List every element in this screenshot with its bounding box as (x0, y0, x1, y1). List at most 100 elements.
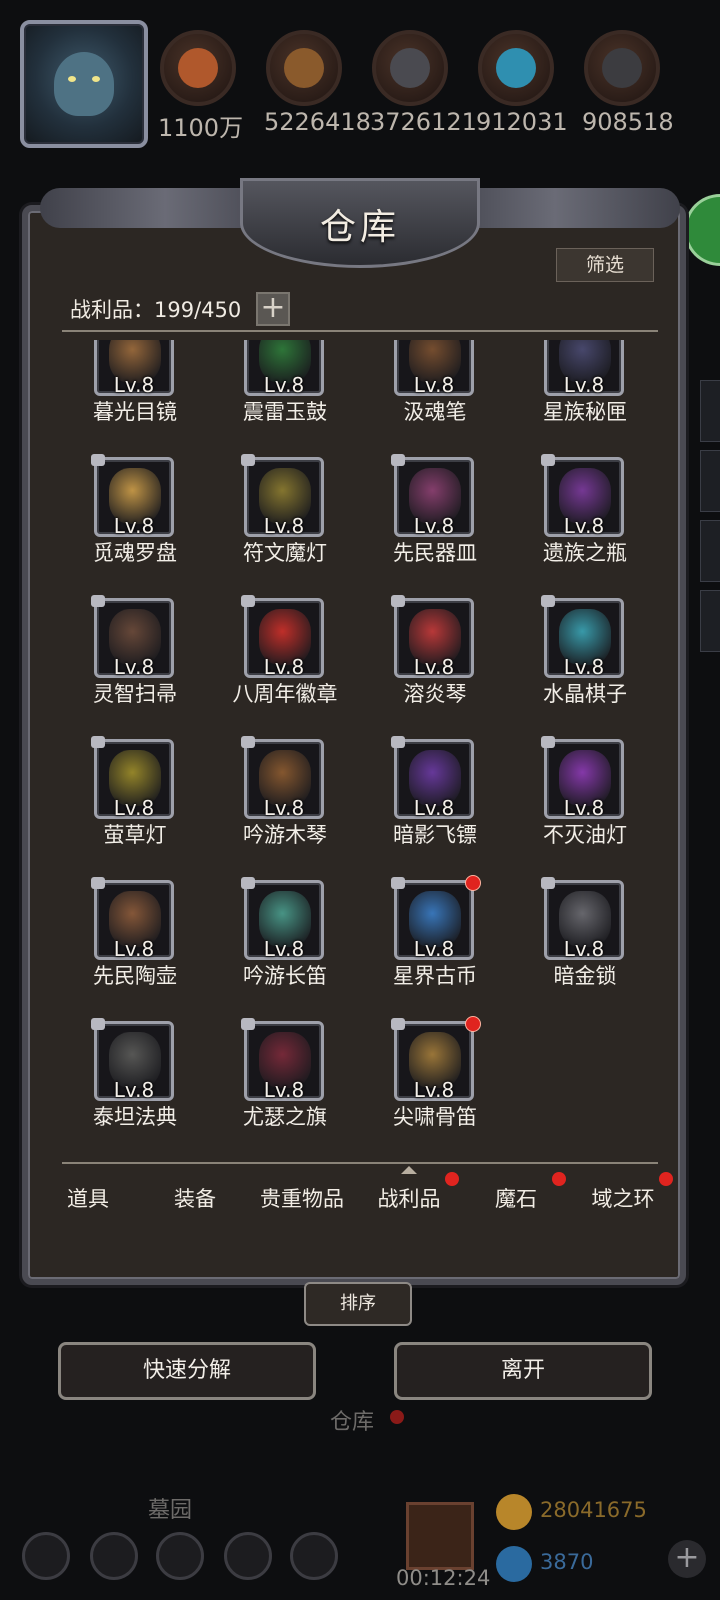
inventory-item[interactable]: Lv.8 先民器皿 (360, 454, 510, 577)
inventory-item[interactable]: Lv.8 暗影飞镖 (360, 736, 510, 859)
item-slot[interactable]: Lv.8 (391, 595, 474, 679)
item-level: Lv.8 (563, 796, 605, 820)
side-tab[interactable] (700, 450, 720, 512)
inventory-item[interactable]: Lv.8 先民陶壶 (60, 877, 210, 1000)
tab-3[interactable]: 战利品 (355, 1166, 463, 1230)
tab-0[interactable]: 道具 (34, 1168, 142, 1230)
avatar-eye-left (68, 76, 76, 82)
inventory-item[interactable]: Lv.8 符文魔灯 (210, 454, 360, 577)
divider (62, 1162, 658, 1164)
item-name: 吟游长笛 (243, 964, 327, 988)
item-name: 八周年徽章 (232, 682, 338, 706)
lock-icon (391, 736, 405, 748)
gem-amount: 3870 (540, 1550, 594, 1574)
tab-4[interactable]: 魔石 (462, 1168, 570, 1230)
tab-label: 装备 (174, 1187, 216, 1211)
resource-steel[interactable]: 908518 (582, 30, 674, 136)
item-slot[interactable]: Lv.8 (91, 736, 174, 820)
resource-ore[interactable]: 1100万 (158, 30, 243, 143)
side-tab[interactable] (700, 380, 720, 442)
item-slot[interactable]: Lv.8 (241, 736, 324, 820)
item-slot[interactable]: Lv.8 (391, 1016, 481, 1102)
item-slot[interactable]: Lv.8 (541, 454, 624, 538)
item-slot[interactable]: Lv.8 (91, 877, 174, 961)
sort-button[interactable]: 排序 (304, 1282, 412, 1326)
item-slot[interactable]: Lv.8 (391, 875, 481, 961)
quest-icon[interactable] (90, 1532, 138, 1580)
dragon-portrait-icon (54, 52, 114, 116)
resource-iron[interactable]: 3726121 (370, 30, 477, 136)
item-slot[interactable]: Lv.8 (391, 736, 474, 820)
inventory-item[interactable]: Lv.8 溶炎琴 (360, 595, 510, 718)
guild-icon[interactable] (156, 1532, 204, 1580)
inventory-item[interactable]: Lv.8 水晶棋子 (510, 595, 660, 718)
filter-button[interactable]: 筛选 (556, 248, 654, 282)
tab-1[interactable]: 装备 (141, 1168, 249, 1230)
inventory-item[interactable]: Lv.8 八周年徽章 (210, 595, 360, 718)
item-slot[interactable]: Lv.8 (241, 877, 324, 961)
inventory-item[interactable]: Lv.8 吟游长笛 (210, 877, 360, 1000)
inventory-item[interactable]: Lv.8 震雷玉鼓 (210, 340, 360, 436)
expand-capacity-button[interactable]: + (256, 292, 290, 326)
cemetery-building-label[interactable]: 墓园 (148, 1492, 192, 1524)
item-slot[interactable]: Lv.8 (91, 595, 174, 679)
leave-button[interactable]: 离开 (394, 1342, 652, 1400)
inventory-item[interactable]: Lv.8 泰坦法典 (60, 1018, 210, 1141)
tab-5[interactable]: 域之环 (569, 1168, 677, 1230)
inventory-item[interactable]: Lv.8 遗族之瓶 (510, 454, 660, 577)
item-slot[interactable]: Lv.8 (541, 736, 624, 820)
tab-label: 魔石 (495, 1187, 537, 1211)
item-slot[interactable]: Lv.8 (241, 1018, 324, 1102)
lock-icon (391, 454, 405, 466)
side-tab[interactable] (700, 590, 720, 652)
crystal-icon-fill (496, 48, 536, 88)
player-avatar[interactable] (20, 20, 148, 148)
item-slot[interactable]: Lv.8 (241, 454, 324, 538)
inventory-item[interactable]: Lv.8 不灭油灯 (510, 736, 660, 859)
inventory-item[interactable]: Lv.8 灵智扫帚 (60, 595, 210, 718)
gift-box-icon[interactable] (406, 1502, 474, 1570)
mail-icon[interactable] (224, 1532, 272, 1580)
settings-icon[interactable] (22, 1532, 70, 1580)
item-slot[interactable]: Lv.8 (241, 595, 324, 679)
item-level: Lv.8 (263, 937, 305, 961)
item-slot[interactable]: Lv.8 (541, 595, 624, 679)
item-slot[interactable]: Lv.8 (244, 340, 324, 397)
map-icon[interactable] (290, 1532, 338, 1580)
inventory-item[interactable]: Lv.8 星族秘匣 (510, 340, 660, 436)
item-slot[interactable]: Lv.8 (541, 877, 624, 961)
inventory-item[interactable]: Lv.8 吟游木琴 (210, 736, 360, 859)
steel-icon (584, 30, 660, 106)
resource-wood[interactable]: 5226418 (264, 30, 371, 136)
lock-icon (241, 1018, 255, 1030)
inventory-item[interactable]: Lv.8 萤草灯 (60, 736, 210, 859)
inventory-item[interactable]: Lv.8 觅魂罗盘 (60, 454, 210, 577)
inventory-item[interactable]: Lv.8 汲魂笔 (360, 340, 510, 436)
item-slot[interactable]: Lv.8 (394, 340, 474, 397)
item-grid[interactable]: Lv.8 暮光目镜 Lv.8 震雷玉鼓 Lv.8 汲魂笔 Lv.8 星族秘匣 Lv.8 觅魂罗盘 L… (60, 340, 660, 1175)
tab-2[interactable]: 贵重物品 (248, 1168, 356, 1230)
lock-icon (541, 595, 555, 607)
steel-icon-fill (602, 48, 642, 88)
item-slot[interactable]: Lv.8 (91, 454, 174, 538)
lock-icon (541, 736, 555, 748)
inventory-item[interactable]: Lv.8 星界古币 (360, 875, 510, 1000)
inventory-item[interactable]: Lv.8 暮光目镜 (60, 340, 210, 436)
side-tab[interactable] (700, 520, 720, 582)
iron-icon (372, 30, 448, 106)
item-slot[interactable]: Lv.8 (91, 1018, 174, 1102)
inventory-item[interactable]: Lv.8 尤瑟之旗 (210, 1018, 360, 1141)
item-slot[interactable]: Lv.8 (544, 340, 624, 397)
add-currency-icon[interactable]: + (668, 1540, 706, 1578)
item-level: Lv.8 (113, 373, 155, 397)
item-slot[interactable]: Lv.8 (391, 454, 474, 538)
inventory-item[interactable]: Lv.8 尖啸骨笛 (360, 1016, 510, 1141)
inventory-item[interactable]: Lv.8 暗金锁 (510, 877, 660, 1000)
item-slot[interactable]: Lv.8 (94, 340, 174, 397)
item-level: Lv.8 (113, 655, 155, 679)
tab-label: 域之环 (591, 1187, 655, 1211)
resource-crystal[interactable]: 912031 (476, 30, 568, 136)
item-name: 汲魂笔 (403, 400, 467, 424)
quick-decompose-button[interactable]: 快速分解 (58, 1342, 316, 1400)
warehouse-building-label[interactable]: 仓库 (330, 1404, 374, 1436)
